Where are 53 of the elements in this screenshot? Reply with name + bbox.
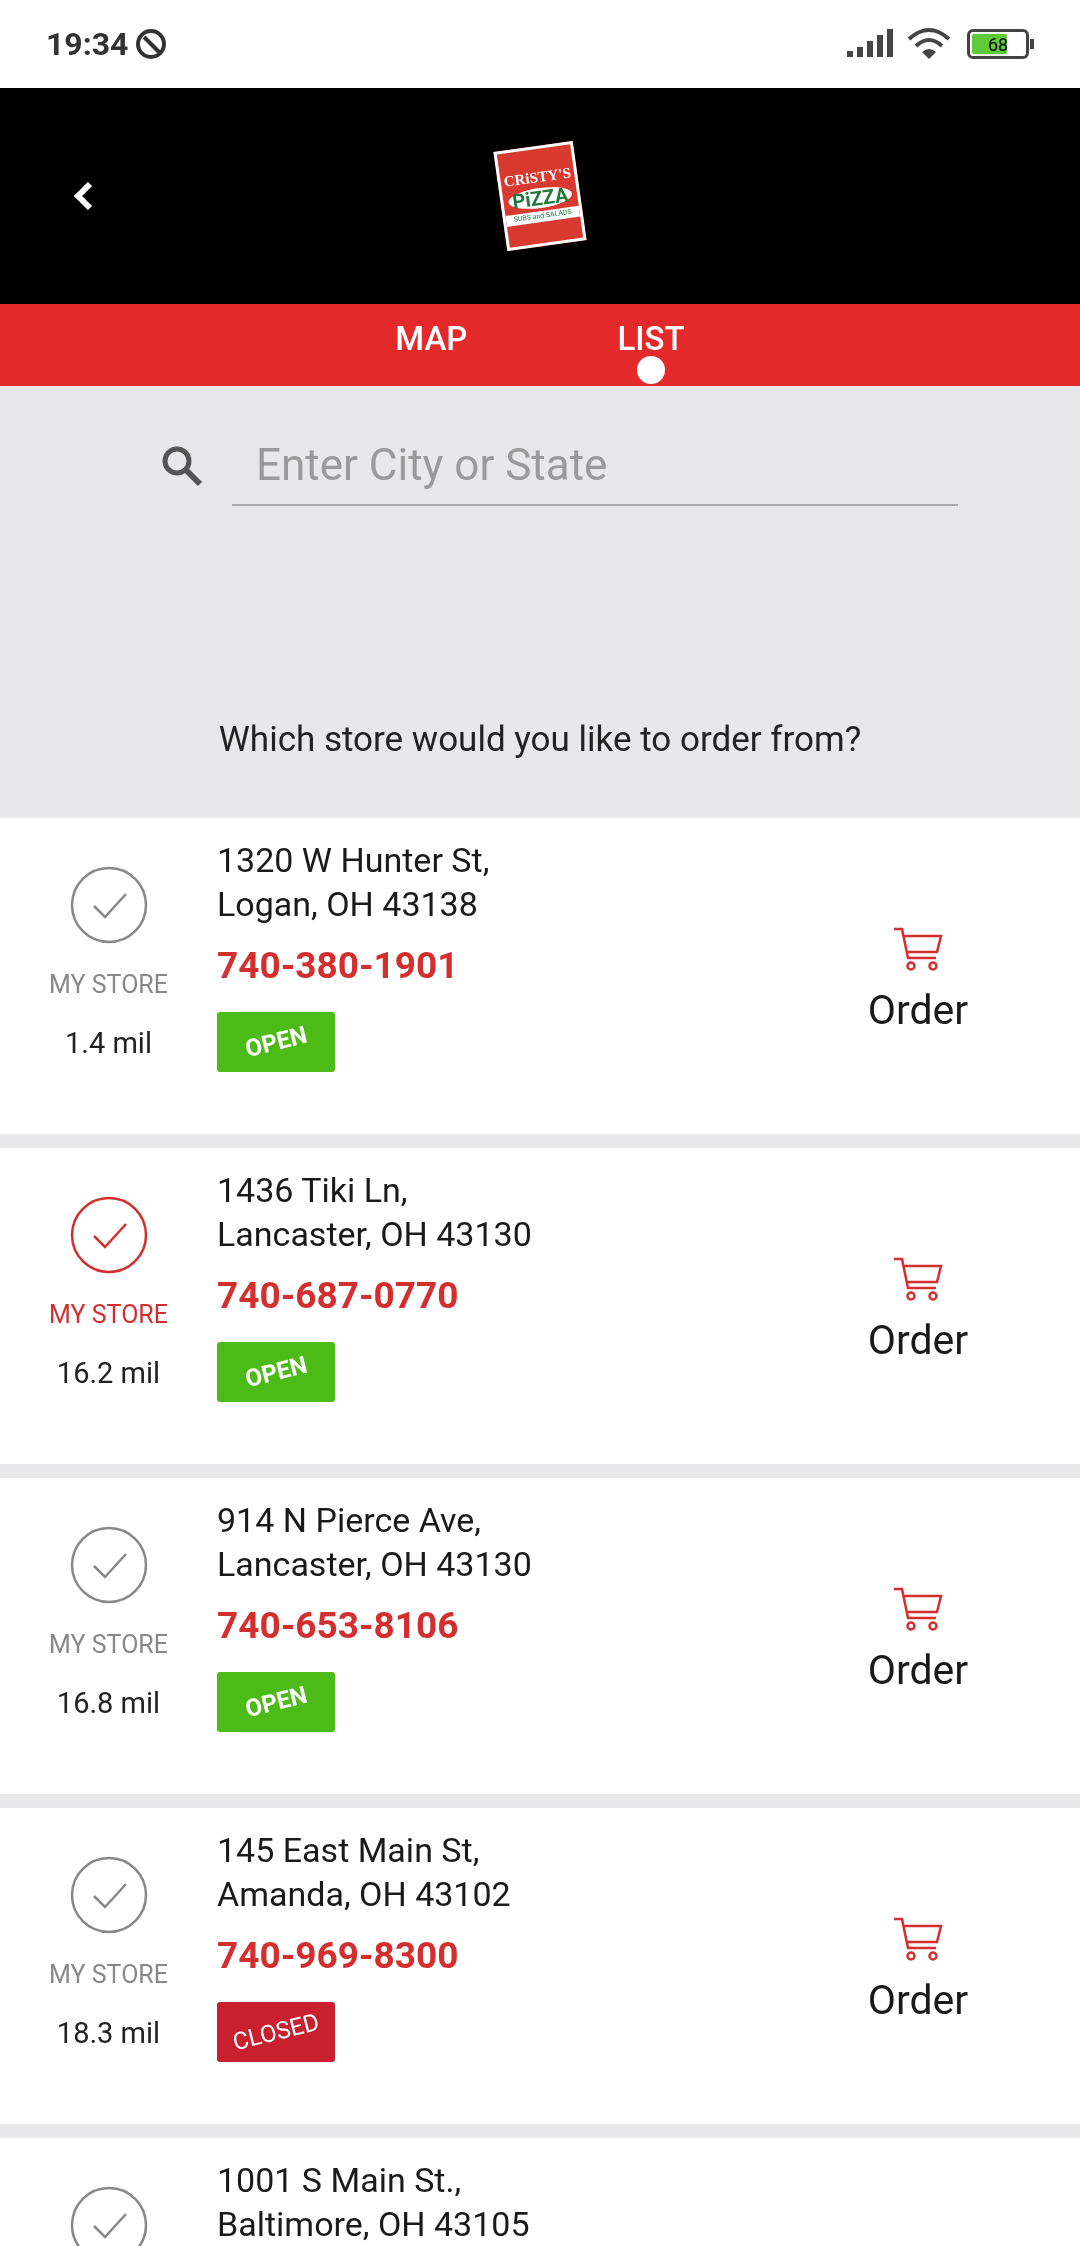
address-line: 914 N Pierce Ave, <box>217 1499 481 1542</box>
battery-icon: 68 <box>967 29 1029 59</box>
cart-icon <box>892 1586 944 1633</box>
address-line: 145 East Main St, <box>217 1829 480 1872</box>
address-line: 1436 Tiki Ln, <box>217 1169 408 1212</box>
order-button[interactable]: Order <box>818 1478 1018 1794</box>
address-line: 1001 S Main St., <box>217 2159 462 2202</box>
cart-icon <box>892 926 944 973</box>
store-card[interactable]: MY STORE 1.4 mil 1320 W Hunter St, Logan, OH 43138 740-380-1901 OPEN Order <box>0 818 1080 1134</box>
store-card[interactable]: MY STORE 16.2 mil 1436 Tiki Ln, Lancaster, OH 43130 740-687-0770 OPEN Order <box>0 1148 1080 1464</box>
store-card[interactable]: 1001 S Main St., Baltimore, OH 43105 <box>0 2138 1080 2246</box>
prompt-text: Which store would you like to order from? <box>217 717 863 762</box>
my-store-label: MY STORE <box>49 1299 168 1331</box>
address-line: Logan, OH 43138 <box>217 883 478 926</box>
check-circle-icon[interactable] <box>69 1856 148 1934</box>
tab[interactable]: MAP <box>385 304 478 386</box>
order-button[interactable]: Order <box>818 1808 1018 2124</box>
address-line: 1320 W Hunter St, <box>217 839 490 882</box>
my-store-label: MY STORE <box>49 1959 168 1991</box>
tab[interactable]: LIST <box>607 304 695 386</box>
phone-link[interactable]: 740-687-0770 <box>217 1272 459 1320</box>
status-badge: OPEN <box>217 1672 335 1732</box>
status-badge: CLOSED <box>217 2002 335 2062</box>
check-circle-icon[interactable] <box>69 1196 148 1274</box>
store-card[interactable]: MY STORE 18.3 mil 145 East Main St, Amanda, OH 43102 740-969-8300 CLOSED Order <box>0 1808 1080 2124</box>
signal-icon <box>847 29 893 59</box>
my-store-label: MY STORE <box>49 969 168 1001</box>
order-button[interactable]: Order <box>818 818 1018 1134</box>
cart-icon <box>892 1916 944 1963</box>
wifi-icon <box>907 27 951 61</box>
my-store-label: MY STORE <box>49 1629 168 1661</box>
search-icon <box>160 444 204 488</box>
status-badge: OPEN <box>217 1012 335 1072</box>
search-field[interactable]: Enter City or State <box>232 426 958 506</box>
distance-text: 16.2 mil <box>56 1354 161 1392</box>
phone-link[interactable]: 740-969-8300 <box>217 1932 459 1980</box>
order-button[interactable]: Order <box>818 1148 1018 1464</box>
phone-link[interactable]: 740-653-8106 <box>217 1602 459 1650</box>
address-line: Baltimore, OH 43105 <box>217 2203 530 2246</box>
check-circle-icon[interactable] <box>69 866 148 944</box>
status-time: 19:34 <box>46 24 129 65</box>
distance-text: 16.8 mil <box>56 1684 161 1722</box>
address-line: Lancaster, OH 43130 <box>217 1543 532 1586</box>
status-badge: OPEN <box>217 1342 335 1402</box>
address-line: Lancaster, OH 43130 <box>217 1213 532 1256</box>
phone-link[interactable]: 740-380-1901 <box>217 942 459 990</box>
back-icon[interactable] <box>72 180 94 212</box>
distance-text: 18.3 mil <box>56 2014 161 2052</box>
check-circle-icon[interactable] <box>69 1526 148 1604</box>
distance-text: 1.4 mil <box>65 1024 152 1062</box>
address-line: Amanda, OH 43102 <box>217 1873 511 1916</box>
store-card[interactable]: MY STORE 16.8 mil 914 N Pierce Ave, Lancaster, OH 43130 740-653-8106 OPEN Order <box>0 1478 1080 1794</box>
cart-icon <box>892 1256 944 1303</box>
